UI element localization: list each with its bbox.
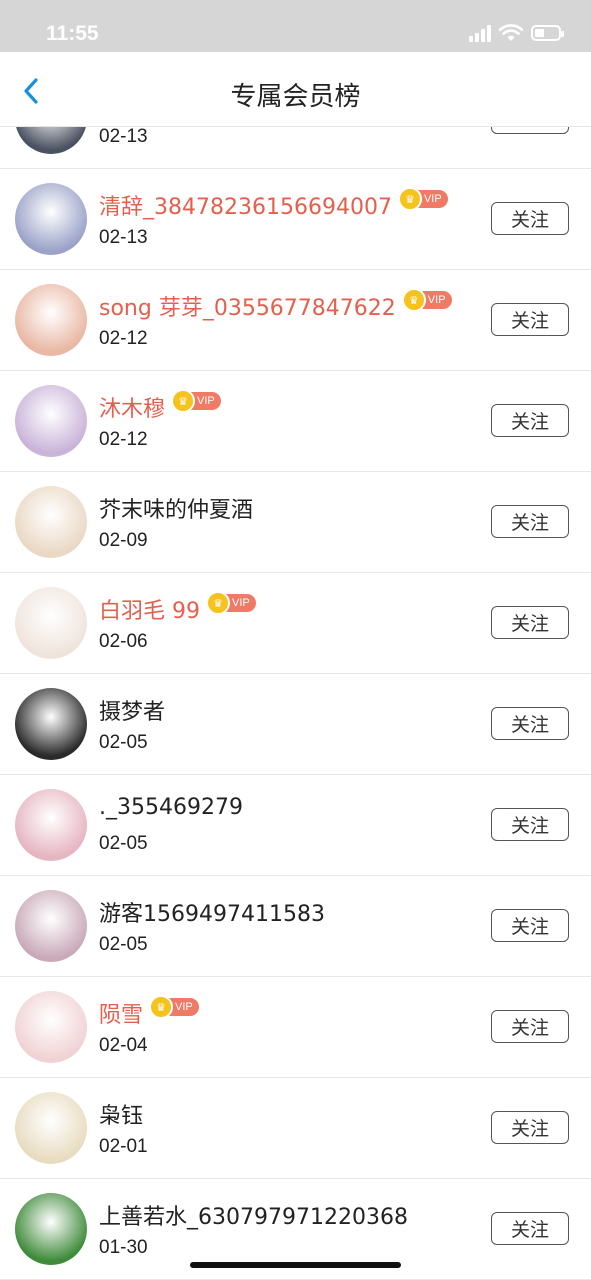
battery-icon [531, 25, 564, 41]
join-date: 02-05 [99, 934, 148, 955]
vip-badge: ♛ VIP [401, 288, 452, 312]
name-line: song 芽芽_0355677847622 ♛ VIP [99, 288, 452, 322]
user-name[interactable]: 芥末味的仲夏酒 [99, 492, 253, 524]
home-indicator [190, 1262, 401, 1268]
follow-button[interactable]: 关注 [491, 505, 569, 538]
name-line: 白羽毛 99 ♛ VIP [99, 591, 256, 625]
follow-button[interactable]: 关注 [491, 1212, 569, 1245]
join-date: 02-05 [99, 732, 148, 753]
avatar[interactable] [15, 991, 87, 1063]
avatar[interactable] [15, 789, 87, 861]
vip-label: VIP [197, 395, 215, 407]
name-line: 上善若水_630797971220368 [99, 1199, 408, 1231]
follow-button[interactable]: 关注 [491, 1010, 569, 1043]
cellular-signal-icon [469, 24, 491, 42]
vip-badge: ♛ VIP [149, 995, 199, 1019]
list-item[interactable]: ._355469279 02-05 关注 [0, 775, 591, 876]
vip-label: VIP [175, 1001, 193, 1013]
avatar[interactable] [15, 1193, 87, 1265]
avatar[interactable] [15, 1092, 87, 1164]
join-date: 02-06 [99, 631, 148, 652]
follow-button[interactable]: 关注 [491, 707, 569, 740]
user-name[interactable]: ._355469279 [99, 795, 243, 820]
join-date: 02-13 [99, 126, 148, 147]
follow-button[interactable]: 关注 [491, 808, 569, 841]
avatar[interactable] [15, 688, 87, 760]
status-bar: 11:55 [0, 0, 591, 52]
name-line: ._355469279 [99, 795, 243, 820]
crown-icon: ♛ [401, 288, 426, 312]
list-item[interactable]: 枭钰 02-01 关注 [0, 1078, 591, 1179]
vip-label: VIP [427, 294, 446, 306]
name-line: 沐木穆 ♛ VIP [99, 389, 221, 423]
list-item[interactable]: 陨雪 ♛ VIP 02-04 关注 [0, 977, 591, 1078]
user-name[interactable]: 白羽毛 99 [99, 593, 200, 625]
name-line: 芥末味的仲夏酒 [99, 492, 253, 524]
follow-button[interactable]: 关注 [491, 909, 569, 942]
join-date: 02-13 [99, 227, 148, 248]
follow-button[interactable]: 关注 [491, 202, 569, 235]
vip-label: VIP [423, 193, 442, 205]
vip-badge: ♛ VIP [171, 389, 221, 413]
join-date: 02-05 [99, 833, 148, 854]
name-line: 清辞_38478236156694007 ♛ VIP [99, 187, 448, 221]
avatar[interactable] [15, 890, 87, 962]
name-line: 陨雪 ♛ VIP [99, 995, 199, 1029]
avatar[interactable] [15, 385, 87, 457]
list-item[interactable]: 白羽毛 99 ♛ VIP 02-06 关注 [0, 573, 591, 674]
name-line: 枭钰 [99, 1098, 143, 1130]
user-name[interactable]: 沐木穆 [99, 391, 165, 423]
status-icons [469, 24, 564, 42]
wifi-icon [499, 24, 523, 41]
page-title: 专属会员榜 [230, 82, 361, 112]
list-item[interactable]: 摄梦者 02-05 关注 [0, 674, 591, 775]
join-date: 02-12 [99, 328, 148, 349]
user-name[interactable]: song 芽芽_0355677847622 [99, 290, 396, 322]
user-name[interactable]: 上善若水_630797971220368 [99, 1199, 408, 1231]
crown-icon: ♛ [171, 389, 196, 413]
user-name[interactable]: 摄梦者 [99, 694, 165, 726]
join-date: 02-09 [99, 530, 148, 551]
nav-bar: 专属会员榜 [0, 52, 591, 127]
follow-button[interactable]: 关注 [491, 303, 569, 336]
avatar[interactable] [15, 486, 87, 558]
crown-icon: ♛ [149, 995, 174, 1019]
vip-badge: ♛ VIP [397, 187, 448, 211]
user-name[interactable]: 枭钰 [99, 1098, 143, 1130]
avatar[interactable] [15, 587, 87, 659]
user-name[interactable]: 清辞_38478236156694007 [99, 189, 392, 221]
follow-button[interactable]: 关注 [491, 1111, 569, 1144]
join-date: 02-12 [99, 429, 148, 450]
name-line: 游客1569497411583 [99, 896, 325, 928]
user-name[interactable]: 游客1569497411583 [99, 896, 325, 928]
status-time: 11:55 [46, 22, 99, 45]
vip-label: VIP [232, 597, 250, 609]
member-list: 02-13关注清辞_38478236156694007♛VIP02-13关注so… [0, 68, 591, 1280]
avatar[interactable] [15, 183, 87, 255]
join-date: 02-01 [99, 1136, 148, 1157]
follow-button[interactable]: 关注 [491, 606, 569, 639]
crown-icon: ♛ [397, 187, 422, 211]
list-item[interactable]: 芥末味的仲夏酒 02-09 关注 [0, 472, 591, 573]
crown-icon: ♛ [206, 591, 230, 615]
list-item[interactable]: song 芽芽_0355677847622 ♛ VIP 02-12 关注 [0, 270, 591, 371]
name-line: 摄梦者 [99, 694, 165, 726]
vip-badge: ♛ VIP [206, 591, 256, 615]
avatar[interactable] [15, 284, 87, 356]
join-date: 02-04 [99, 1035, 148, 1056]
join-date: 01-30 [99, 1237, 148, 1258]
list-item[interactable]: 游客1569497411583 02-05 关注 [0, 876, 591, 977]
list-item[interactable]: 沐木穆 ♛ VIP 02-12 关注 [0, 371, 591, 472]
user-name[interactable]: 陨雪 [99, 997, 143, 1029]
list-item[interactable]: 清辞_38478236156694007 ♛ VIP 02-13 关注 [0, 169, 591, 270]
follow-button[interactable]: 关注 [491, 404, 569, 437]
